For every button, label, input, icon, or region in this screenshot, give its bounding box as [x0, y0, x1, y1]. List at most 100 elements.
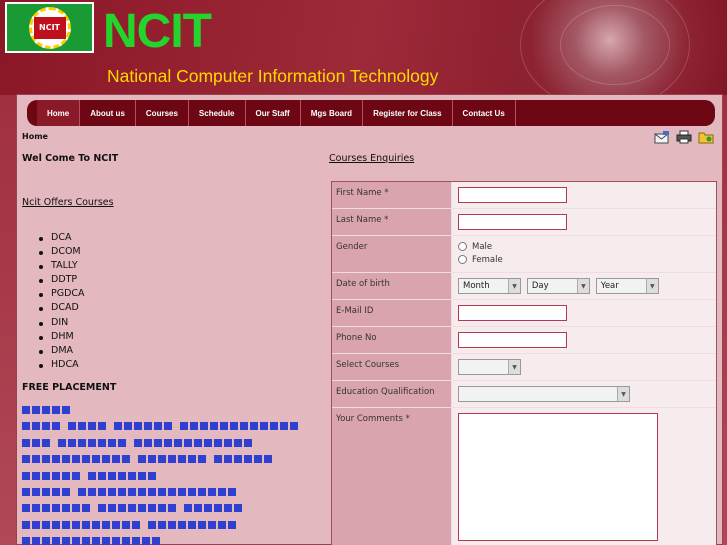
glyph-box	[164, 438, 172, 447]
enquiry-title[interactable]: Courses Enquiries	[329, 153, 414, 164]
glyph-box	[122, 520, 130, 529]
glyph-box	[42, 422, 50, 431]
glyph-box	[234, 504, 242, 513]
form-row-gender: Gender Male Female	[332, 236, 716, 273]
first-name-field[interactable]	[458, 187, 567, 203]
glyph-box	[148, 487, 156, 496]
glyph-box	[98, 471, 106, 480]
glyph-box	[134, 438, 142, 447]
glyph-box	[62, 455, 70, 464]
glyph-box	[102, 520, 110, 529]
glyph-box	[78, 487, 86, 496]
glyph-box	[72, 504, 80, 513]
course-select[interactable]: ▼	[458, 359, 521, 375]
nav-item-about-us[interactable]: About us	[80, 100, 136, 126]
glyph-box	[214, 504, 222, 513]
glyph-box	[88, 471, 96, 480]
glyph-box	[138, 487, 146, 496]
chevron-down-icon: ▼	[508, 360, 520, 374]
glyph-box	[178, 487, 186, 496]
glyph-box	[250, 422, 258, 431]
list-item: DCAD	[39, 301, 85, 315]
glyph-box	[52, 504, 60, 513]
breadcrumb[interactable]: Home	[22, 132, 48, 141]
dob-month-select[interactable]: Month ▼	[458, 278, 521, 294]
glyph-box	[178, 455, 186, 464]
email-icon[interactable]	[654, 130, 670, 144]
glyph-box	[32, 504, 40, 513]
glyph-box	[22, 471, 30, 480]
glyph-box	[72, 471, 80, 480]
gender-male-radio[interactable]: Male	[458, 240, 710, 253]
glyph-box	[198, 487, 206, 496]
glyph-box	[138, 471, 146, 480]
glyph-box	[194, 504, 202, 513]
glyph-box	[264, 455, 272, 464]
glyph-box	[180, 422, 188, 431]
glyph-box	[62, 504, 70, 513]
logo[interactable]: NCIT	[5, 2, 94, 53]
glyph-box	[32, 487, 40, 496]
offers-link[interactable]: Ncit Offers Courses	[22, 197, 114, 208]
email-field[interactable]	[458, 305, 567, 321]
last-name-field[interactable]	[458, 214, 567, 230]
glyph-box	[218, 487, 226, 496]
phone-field[interactable]	[458, 332, 567, 348]
glyph-box	[102, 455, 110, 464]
glyph-box	[52, 406, 60, 414]
glyph-box	[158, 504, 166, 513]
nav-item-home[interactable]: Home	[37, 100, 81, 126]
radio-circle-icon	[458, 242, 467, 251]
form-row-comments: Your Comments *	[332, 408, 716, 545]
glyph-box	[138, 455, 146, 464]
glyph-box	[52, 422, 60, 431]
glyph-box	[168, 504, 176, 513]
glyph-box	[138, 504, 146, 513]
dob-day-select[interactable]: Day ▼	[526, 278, 590, 294]
glyph-box	[22, 438, 30, 447]
first-name-label: First Name *	[332, 182, 452, 208]
glyph-box	[198, 455, 206, 464]
glyph-box	[200, 422, 208, 431]
glyph-box	[68, 422, 76, 431]
comments-textarea[interactable]	[458, 413, 658, 541]
nav-item-our-staff[interactable]: Our Staff	[246, 100, 301, 126]
glyph-box	[62, 520, 70, 529]
glyph-box	[62, 471, 70, 480]
glyph-box	[112, 537, 120, 545]
nav-item-contact-us[interactable]: Contact Us	[453, 100, 516, 126]
glyph-box	[190, 422, 198, 431]
nav-item-mgs-board[interactable]: Mgs Board	[301, 100, 364, 126]
folder-icon[interactable]	[698, 130, 714, 144]
nav-item-courses[interactable]: Courses	[136, 100, 189, 126]
print-icon[interactable]	[676, 130, 692, 144]
page-tools	[654, 130, 714, 144]
dob-year-select[interactable]: Year ▼	[595, 278, 659, 294]
logo-ring: NCIT	[28, 6, 71, 49]
glyph-box	[158, 487, 166, 496]
last-name-label: Last Name *	[332, 209, 452, 235]
glyph-box	[62, 406, 70, 414]
glyph-box	[22, 487, 30, 496]
glyph-box	[42, 504, 50, 513]
glyph-box	[122, 455, 130, 464]
glyph-box	[42, 471, 50, 480]
glyph-box	[98, 487, 106, 496]
glyph-box	[214, 455, 222, 464]
glyph-box	[118, 487, 126, 496]
glyph-box	[52, 520, 60, 529]
female-label: Female	[472, 254, 503, 265]
list-item: DCA	[39, 231, 85, 245]
gender-female-radio[interactable]: Female	[458, 253, 710, 266]
nav-item-schedule[interactable]: Schedule	[189, 100, 246, 126]
glyph-box	[224, 455, 232, 464]
comments-label: Your Comments *	[332, 408, 452, 545]
education-select[interactable]: ▼	[458, 386, 630, 402]
list-item: DDTP	[39, 273, 85, 287]
glyph-row	[22, 504, 332, 514]
glyph-box	[78, 438, 86, 447]
glyph-box	[290, 422, 298, 431]
tagline: National Computer Information Technology	[107, 66, 439, 86]
glyph-box	[118, 504, 126, 513]
nav-item-register[interactable]: Register for Class	[363, 100, 453, 126]
